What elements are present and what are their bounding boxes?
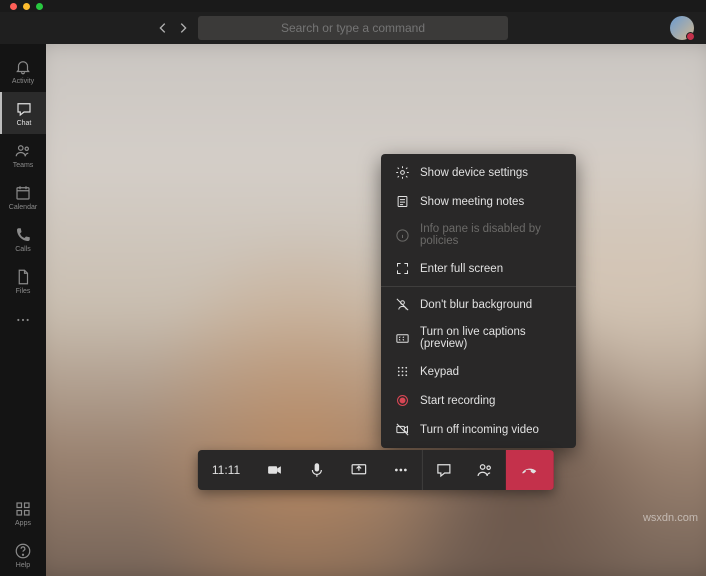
- menu-label: Show meeting notes: [420, 196, 524, 208]
- menu-label: Enter full screen: [420, 263, 503, 275]
- menu-fullscreen[interactable]: Enter full screen: [381, 254, 576, 283]
- microphone-icon: [308, 461, 326, 479]
- rail-activity[interactable]: Activity: [0, 50, 46, 92]
- rail-label: Calls: [15, 246, 31, 253]
- menu-keypad[interactable]: Keypad: [381, 357, 576, 386]
- notes-icon: [395, 194, 410, 209]
- chat-panel-button[interactable]: [422, 450, 464, 490]
- blur-icon: [395, 297, 410, 312]
- menu-label: Turn off incoming video: [420, 424, 539, 436]
- menu-info-pane-disabled: Info pane is disabled by policies: [381, 216, 576, 254]
- hangup-icon: [521, 461, 539, 479]
- rail-label: Apps: [15, 520, 31, 527]
- forward-button[interactable]: [176, 21, 190, 35]
- fullscreen-icon: [395, 261, 410, 276]
- people-icon: [476, 461, 494, 479]
- captions-icon: [395, 331, 410, 346]
- top-bar: [0, 12, 706, 44]
- menu-label: Turn on live captions (preview): [420, 326, 562, 350]
- rail-files[interactable]: Files: [0, 260, 46, 302]
- presence-badge: [686, 32, 695, 41]
- apps-icon: [14, 500, 32, 518]
- rail-label: Teams: [13, 162, 34, 169]
- more-actions-button[interactable]: [380, 450, 422, 490]
- rail-label: Calendar: [9, 204, 37, 211]
- more-icon: [392, 461, 410, 479]
- menu-divider: [381, 286, 576, 287]
- record-icon: [395, 393, 410, 408]
- menu-label: Info pane is disabled by policies: [420, 223, 562, 247]
- menu-device-settings[interactable]: Show device settings: [381, 158, 576, 187]
- rail-label: Files: [16, 288, 31, 295]
- rail-more[interactable]: [15, 302, 31, 338]
- more-actions-menu: Show device settings Show meeting notes …: [381, 154, 576, 448]
- window-traffic-lights: [0, 0, 706, 12]
- participants-button[interactable]: [464, 450, 506, 490]
- more-icon: [15, 312, 31, 328]
- maximize-window-button[interactable]: [36, 3, 43, 10]
- info-icon: [395, 228, 410, 243]
- phone-icon: [14, 226, 32, 244]
- menu-label: Show device settings: [420, 167, 528, 179]
- rail-chat[interactable]: Chat: [0, 92, 46, 134]
- search-input[interactable]: [198, 16, 508, 40]
- rail-apps[interactable]: Apps: [0, 492, 46, 534]
- rail-label: Chat: [17, 120, 32, 127]
- meeting-video-area: Show device settings Show meeting notes …: [46, 44, 706, 576]
- menu-dont-blur[interactable]: Don't blur background: [381, 290, 576, 319]
- menu-label: Keypad: [420, 366, 459, 378]
- minimize-window-button[interactable]: [23, 3, 30, 10]
- chat-icon: [15, 100, 33, 118]
- camera-toggle-button[interactable]: [254, 450, 296, 490]
- app-rail: Activity Chat Teams Calendar Calls Files…: [0, 44, 46, 576]
- help-icon: [14, 542, 32, 560]
- files-icon: [14, 268, 32, 286]
- call-controls-bar: 11:11: [198, 450, 554, 490]
- gear-icon: [395, 165, 410, 180]
- mic-toggle-button[interactable]: [296, 450, 338, 490]
- close-window-button[interactable]: [10, 3, 17, 10]
- bell-icon: [14, 58, 32, 76]
- menu-start-recording[interactable]: Start recording: [381, 386, 576, 415]
- share-screen-icon: [350, 461, 368, 479]
- camera-icon: [266, 461, 284, 479]
- rail-calendar[interactable]: Calendar: [0, 176, 46, 218]
- rail-label: Activity: [12, 78, 34, 85]
- rail-help[interactable]: Help: [0, 534, 46, 576]
- menu-label: Start recording: [420, 395, 495, 407]
- keypad-icon: [395, 364, 410, 379]
- teams-icon: [14, 142, 32, 160]
- back-button[interactable]: [156, 21, 170, 35]
- video-off-icon: [395, 422, 410, 437]
- profile-avatar[interactable]: [670, 16, 694, 40]
- menu-meeting-notes[interactable]: Show meeting notes: [381, 187, 576, 216]
- call-duration: 11:11: [198, 450, 254, 490]
- menu-live-captions[interactable]: Turn on live captions (preview): [381, 319, 576, 357]
- menu-turn-off-incoming-video[interactable]: Turn off incoming video: [381, 415, 576, 444]
- chat-bubble-icon: [435, 461, 453, 479]
- rail-label: Help: [16, 562, 30, 569]
- calendar-icon: [14, 184, 32, 202]
- search-container: [198, 16, 508, 40]
- hangup-button[interactable]: [506, 450, 554, 490]
- rail-calls[interactable]: Calls: [0, 218, 46, 260]
- rail-teams[interactable]: Teams: [0, 134, 46, 176]
- menu-label: Don't blur background: [420, 299, 532, 311]
- video-background: [46, 44, 706, 576]
- share-screen-button[interactable]: [338, 450, 380, 490]
